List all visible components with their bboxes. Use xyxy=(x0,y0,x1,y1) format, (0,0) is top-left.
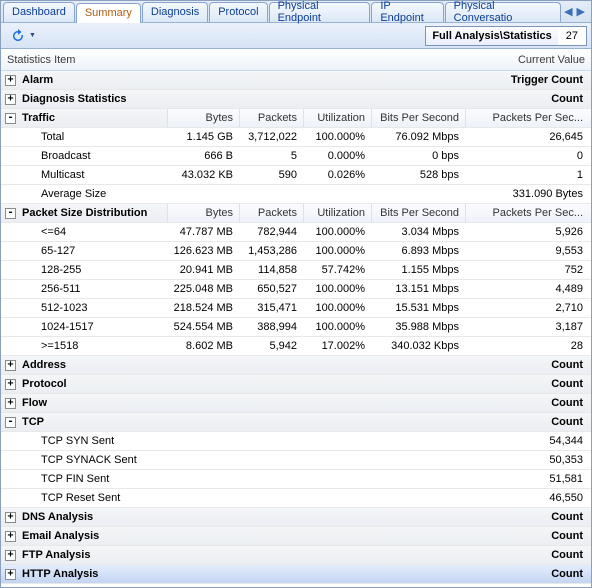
expand-icon[interactable]: + xyxy=(5,94,16,105)
expand-icon[interactable]: + xyxy=(5,398,16,409)
grid-header: Statistics Item Current Value xyxy=(1,49,591,71)
toolbar: ▼ Full Analysis\Statistics 27 xyxy=(1,23,591,49)
group-dns[interactable]: +DNS AnalysisCount xyxy=(1,508,591,527)
group-diagnosis[interactable]: +Diagnosis Statistics Count xyxy=(1,90,591,109)
table-row[interactable]: 512-1023218.524 MB315,471100.000%15.531 … xyxy=(1,299,591,318)
expand-icon[interactable]: + xyxy=(5,360,16,371)
table-row[interactable]: Broadcast666 B50.000%0 bps0 xyxy=(1,147,591,166)
group-flow[interactable]: +FlowCount xyxy=(1,394,591,413)
table-row[interactable]: TCP SYN Sent54,344 xyxy=(1,432,591,451)
expand-icon[interactable]: + xyxy=(5,75,16,86)
expand-icon[interactable]: + xyxy=(5,569,16,580)
tab-diagnosis[interactable]: Diagnosis xyxy=(142,2,208,22)
group-packet-size[interactable]: -Packet Size Distribution Bytes Packets … xyxy=(1,204,591,223)
table-row[interactable]: Average Size331.090 Bytes xyxy=(1,185,591,204)
table-row[interactable]: TCP FIN Sent51,581 xyxy=(1,470,591,489)
refresh-icon xyxy=(10,28,26,44)
tab-dashboard[interactable]: Dashboard xyxy=(3,2,75,22)
tab-protocol[interactable]: Protocol xyxy=(209,2,267,22)
tab-scroll-left-icon[interactable]: ◀ xyxy=(562,5,574,18)
table-row[interactable]: >=15188.602 MB5,94217.002%340.032 Kbps28 xyxy=(1,337,591,356)
group-address[interactable]: +AddressCount xyxy=(1,356,591,375)
table-row[interactable]: Total1.145 GB3,712,022100.000%76.092 Mbp… xyxy=(1,128,591,147)
group-traffic[interactable]: -Traffic Bytes Packets Utilization Bits … xyxy=(1,109,591,128)
statistics-grid: +Alarm Trigger Count +Diagnosis Statisti… xyxy=(1,71,591,584)
expand-icon[interactable]: + xyxy=(5,512,16,523)
group-protocol[interactable]: +ProtocolCount xyxy=(1,375,591,394)
expand-icon[interactable]: + xyxy=(5,379,16,390)
tab-ip-endpoint[interactable]: IP Endpoint xyxy=(371,2,443,22)
table-row[interactable]: 1024-1517524.554 MB388,994100.000%35.988… xyxy=(1,318,591,337)
group-ftp[interactable]: +FTP AnalysisCount xyxy=(1,546,591,565)
tab-bar: Dashboard Summary Diagnosis Protocol Phy… xyxy=(1,1,591,23)
tab-physical-endpoint[interactable]: Physical Endpoint xyxy=(269,2,371,22)
collapse-icon[interactable]: - xyxy=(5,113,16,124)
refresh-button[interactable]: ▼ xyxy=(5,26,41,46)
table-row[interactable]: 65-127126.623 MB1,453,286100.000%6.893 M… xyxy=(1,242,591,261)
collapse-icon[interactable]: - xyxy=(5,208,16,219)
table-row[interactable]: TCP SYNACK Sent50,353 xyxy=(1,451,591,470)
table-row[interactable]: Multicast43.032 KB5900.026%528 bps1 xyxy=(1,166,591,185)
breadcrumb[interactable]: Full Analysis\Statistics xyxy=(426,27,557,45)
breadcrumb-box: Full Analysis\Statistics 27 xyxy=(425,26,587,46)
table-row[interactable]: 256-511225.048 MB650,527100.000%13.151 M… xyxy=(1,280,591,299)
tab-scroll: ◀ ▶ xyxy=(562,5,591,18)
expand-icon[interactable]: + xyxy=(5,550,16,561)
header-left: Statistics Item xyxy=(7,54,75,66)
tab-scroll-right-icon[interactable]: ▶ xyxy=(575,5,587,18)
dropdown-caret-icon: ▼ xyxy=(29,32,36,39)
table-row[interactable]: <=6447.787 MB782,944100.000%3.034 Mbps5,… xyxy=(1,223,591,242)
group-email[interactable]: +Email AnalysisCount xyxy=(1,527,591,546)
tab-summary[interactable]: Summary xyxy=(76,3,141,23)
tab-physical-conversation[interactable]: Physical Conversatio xyxy=(445,2,561,22)
group-http[interactable]: +HTTP AnalysisCount xyxy=(1,565,591,584)
table-row[interactable]: 128-25520.941 MB114,85857.742%1.155 Mbps… xyxy=(1,261,591,280)
group-alarm[interactable]: +Alarm Trigger Count xyxy=(1,71,591,90)
table-row[interactable]: TCP Reset Sent46,550 xyxy=(1,489,591,508)
expand-icon[interactable]: + xyxy=(5,531,16,542)
group-tcp[interactable]: -TCPCount xyxy=(1,413,591,432)
collapse-icon[interactable]: - xyxy=(5,417,16,428)
breadcrumb-count: 27 xyxy=(558,27,586,45)
header-right: Current Value xyxy=(518,54,585,66)
